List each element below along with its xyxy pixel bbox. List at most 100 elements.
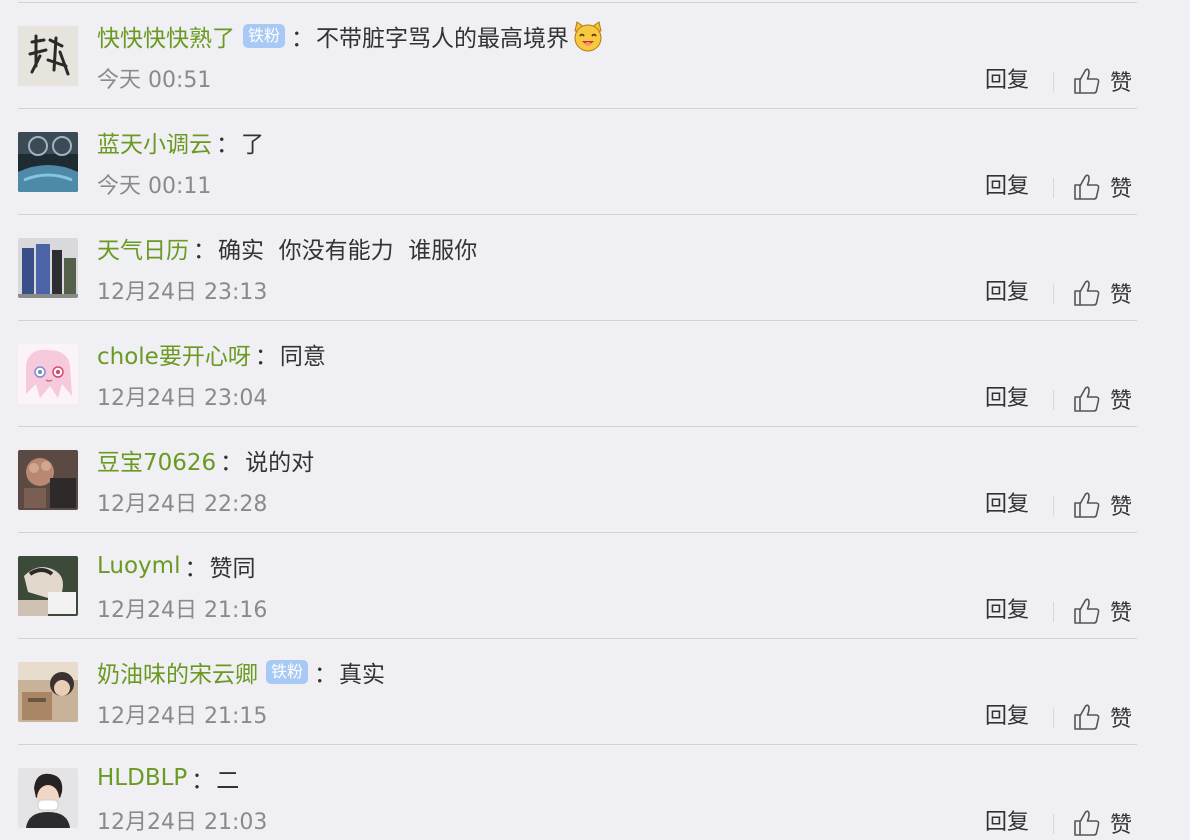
separator <box>18 638 1137 639</box>
like-button[interactable]: 赞 <box>1072 700 1132 734</box>
like-label: 赞 <box>1110 283 1133 308</box>
thumbs-up-icon <box>1074 386 1100 412</box>
like-button[interactable]: 赞 <box>1072 64 1132 98</box>
thumbs-up-icon <box>1074 174 1100 200</box>
comment-time: 12月24日 23:04 <box>97 386 268 411</box>
reply-button[interactable]: 回复 <box>985 382 1029 416</box>
action-divider <box>1053 284 1054 304</box>
comment-text: 同意 <box>279 344 326 370</box>
comment-time: 12月24日 22:28 <box>97 492 268 517</box>
colon: ： <box>193 238 216 264</box>
thumbs-up-icon <box>1074 810 1100 836</box>
comment-item: 豆宝70626 ： 说的对 12月24日 22:28 回复 赞 <box>0 428 1190 534</box>
comment-item: 快快快快熟了 铁粉 ： 不带脏字骂人的最高境界 今天 00:51 回复 赞 <box>0 4 1190 110</box>
thumbs-up-icon <box>1074 280 1100 306</box>
comment-item: HLDBLP ： 二 12月24日 21:03 回复 赞 <box>0 746 1190 840</box>
thumbs-up-icon <box>1074 492 1100 518</box>
reply-button[interactable]: 回复 <box>985 488 1029 522</box>
username-link[interactable]: 豆宝70626 <box>97 443 216 477</box>
separator <box>18 214 1137 215</box>
like-button[interactable]: 赞 <box>1072 382 1132 416</box>
username-link[interactable]: 蓝天小调云 <box>97 125 212 159</box>
comment-time: 12月24日 21:16 <box>97 598 268 623</box>
like-button[interactable]: 赞 <box>1072 594 1132 628</box>
username-link[interactable]: 快快快快熟了 <box>97 19 235 53</box>
colon: ： <box>184 556 208 582</box>
username-link[interactable]: 奶油味的宋云卿 <box>97 655 258 689</box>
comment-item: 奶油味的宋云卿 铁粉 ： 真实 12月24日 21:15 回复 赞 <box>0 640 1190 746</box>
username-link[interactable]: chole要开心呀 <box>97 337 251 371</box>
smiling-cat-emoji-icon <box>571 19 605 53</box>
like-label: 赞 <box>1110 389 1133 414</box>
action-divider <box>1053 390 1054 410</box>
colon: ： <box>216 132 239 158</box>
comment-item: 蓝天小调云 ： 了 今天 00:11 回复 赞 <box>0 110 1190 216</box>
comment-item: 天气日历 ： 确实 你没有能力 谁服你 12月24日 23:13 回复 赞 <box>0 216 1190 322</box>
avatar[interactable] <box>18 132 78 192</box>
reply-button[interactable]: 回复 <box>985 64 1029 98</box>
username-link[interactable]: Luoyml <box>97 553 180 579</box>
comment-text: 了 <box>241 132 264 158</box>
reply-button[interactable]: 回复 <box>985 170 1029 204</box>
fan-badge: 铁粉 <box>266 660 309 684</box>
thumbs-up-icon <box>1074 68 1100 94</box>
avatar[interactable] <box>18 344 78 404</box>
like-label: 赞 <box>1110 71 1133 96</box>
reply-button[interactable]: 回复 <box>985 276 1029 310</box>
comment-time: 今天 00:51 <box>97 68 212 93</box>
like-button[interactable]: 赞 <box>1072 488 1132 522</box>
reply-button[interactable]: 回复 <box>985 594 1029 628</box>
like-label: 赞 <box>1110 813 1133 838</box>
like-label: 赞 <box>1110 177 1133 202</box>
action-divider <box>1053 708 1054 728</box>
separator <box>18 532 1137 533</box>
colon: ： <box>291 26 315 52</box>
avatar[interactable] <box>18 662 78 722</box>
like-label: 赞 <box>1110 601 1133 626</box>
comment-text: 赞同 <box>209 556 256 582</box>
comment-time: 12月24日 23:13 <box>97 280 268 305</box>
like-label: 赞 <box>1110 495 1133 520</box>
avatar[interactable] <box>18 450 78 510</box>
separator <box>18 426 1137 427</box>
action-divider <box>1053 72 1054 92</box>
comment-text: 真实 <box>339 662 386 688</box>
comment-text: 二 <box>216 768 240 794</box>
colon: ： <box>220 450 244 476</box>
username-link[interactable]: HLDBLP <box>97 765 187 791</box>
avatar[interactable] <box>18 26 78 86</box>
colon: ： <box>191 768 215 794</box>
separator <box>18 2 1137 3</box>
reply-button[interactable]: 回复 <box>985 806 1029 840</box>
like-button[interactable]: 赞 <box>1072 276 1132 310</box>
comment-time: 12月24日 21:03 <box>97 810 268 835</box>
separator <box>18 744 1137 745</box>
comment-text: 确实 你没有能力 谁服你 <box>218 238 478 264</box>
avatar[interactable] <box>18 768 78 828</box>
fan-badge: 铁粉 <box>243 24 286 48</box>
avatar[interactable] <box>18 238 78 298</box>
reply-button[interactable]: 回复 <box>985 700 1029 734</box>
comment-item: chole要开心呀 ： 同意 12月24日 23:04 回复 赞 <box>0 322 1190 428</box>
separator <box>18 320 1137 321</box>
colon: ： <box>314 662 338 688</box>
separator <box>18 108 1137 109</box>
like-button[interactable]: 赞 <box>1072 170 1132 204</box>
action-divider <box>1053 602 1054 622</box>
comment-text: 不带脏字骂人的最高境界 <box>316 26 570 52</box>
thumbs-up-icon <box>1074 704 1100 730</box>
action-divider <box>1053 814 1054 834</box>
like-label: 赞 <box>1110 707 1133 732</box>
username-link[interactable]: 天气日历 <box>97 231 189 265</box>
colon: ： <box>254 344 278 370</box>
like-button[interactable]: 赞 <box>1072 806 1132 840</box>
comment-text: 说的对 <box>245 450 315 476</box>
comment-list: 快快快快熟了 铁粉 ： 不带脏字骂人的最高境界 今天 00:51 回复 赞 蓝天… <box>0 0 1190 840</box>
comment-time: 今天 00:11 <box>97 174 212 199</box>
thumbs-up-icon <box>1074 598 1100 624</box>
comment-time: 12月24日 21:15 <box>97 704 268 729</box>
avatar[interactable] <box>18 556 78 616</box>
action-divider <box>1053 178 1054 198</box>
comment-item: Luoyml ： 赞同 12月24日 21:16 回复 赞 <box>0 534 1190 640</box>
action-divider <box>1053 496 1054 516</box>
